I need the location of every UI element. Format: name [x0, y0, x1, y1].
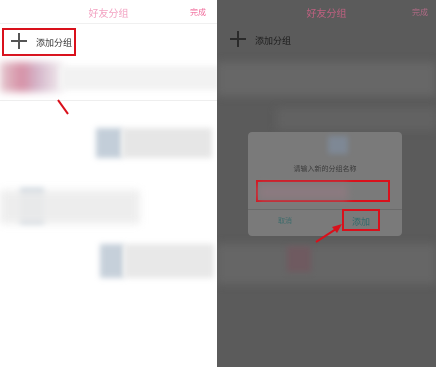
annotation-arrows — [57, 99, 342, 243]
right-annotation-arrow-shaft — [315, 228, 337, 243]
left-annotation-line — [57, 99, 69, 115]
